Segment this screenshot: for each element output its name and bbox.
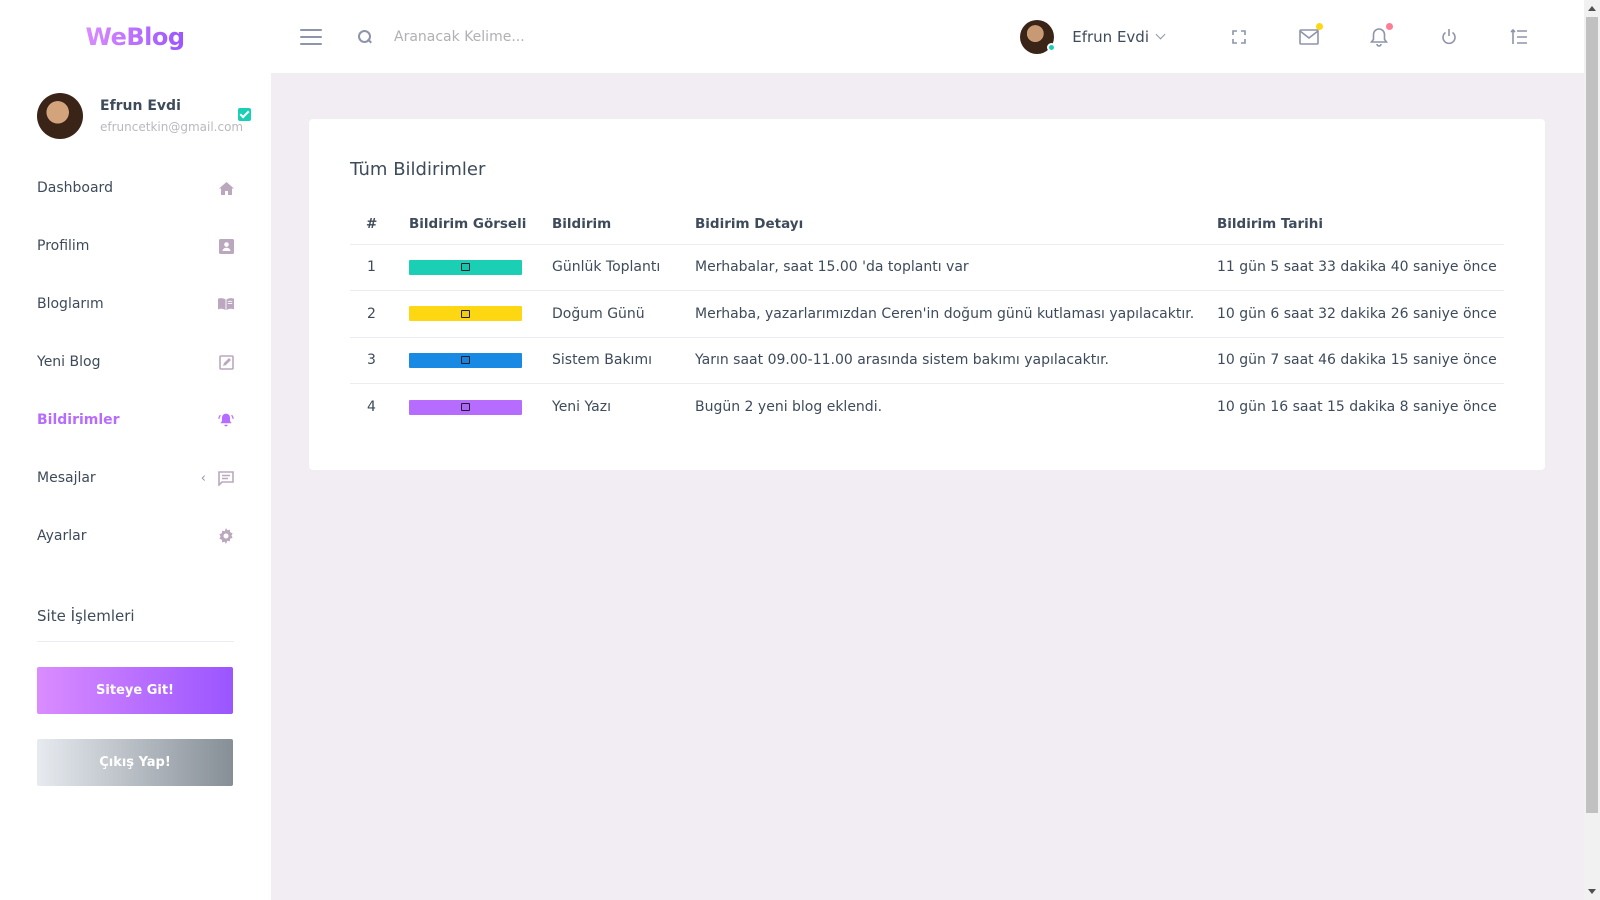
mail-icon: [1299, 28, 1319, 45]
online-status-dot: [1047, 42, 1057, 52]
message-icon: [218, 470, 234, 486]
contact-card-icon: [218, 238, 234, 254]
bell-icon: [1370, 27, 1388, 47]
column-header-image: Bildirim Görseli: [409, 204, 552, 245]
notification-color-bar: [409, 399, 522, 415]
scrollbar-thumb[interactable]: [1586, 17, 1598, 813]
sidebar-item-messages[interactable]: Mesajlar ‹: [0, 449, 271, 507]
site-actions-title: Site İşlemleri: [37, 607, 234, 642]
sidebar-item-blogs[interactable]: Bloglarım: [0, 275, 271, 333]
notification-color-bar: [409, 306, 522, 322]
table-row[interactable]: 2 Doğum Günü Merhaba, yazarlarımızdan Ce…: [350, 290, 1504, 338]
notification-detail: Merhaba, yazarlarımızdan Ceren'in doğum …: [695, 290, 1217, 338]
notification-name: Günlük Toplantı: [552, 244, 695, 291]
notification-name: Doğum Günü: [552, 290, 695, 338]
notification-badge-dot: [1386, 22, 1393, 30]
notifications-table: # Bildirim Görseli Bildirim Bidirim Deta…: [350, 204, 1504, 430]
search-icon[interactable]: [358, 29, 372, 44]
table-row[interactable]: 3 Sistem Bakımı Yarın saat 09.00-11.00 a…: [350, 337, 1504, 384]
logout-button[interactable]: Çıkış Yap!: [37, 739, 233, 786]
sidebar-menu: Dashboard Profilim Bloglarım Yeni Blog B…: [0, 159, 271, 565]
mail-badge-dot: [1316, 22, 1323, 30]
notification-name: Yeni Yazı: [552, 399, 611, 415]
sidebar-item-notifications[interactable]: Bildirimler: [0, 391, 271, 449]
profile-avatar: [37, 93, 83, 139]
top-navbar: WeBlog Efrun Evdi: [0, 0, 1584, 73]
user-dropdown[interactable]: Efrun Evdi: [1020, 19, 1166, 54]
messages-button[interactable]: [1274, 17, 1344, 57]
notification-detail: Merhabalar, saat 15.00 'da toplantı var: [695, 244, 1217, 291]
sidebar-item-label: Yeni Blog: [37, 354, 101, 370]
go-to-site-button[interactable]: Siteye Git!: [37, 667, 233, 714]
settings-panel-button[interactable]: [1484, 17, 1554, 57]
column-header-number: #: [350, 204, 409, 245]
notification-detail: Yarın saat 09.00-11.00 arasında sistem b…: [695, 337, 1217, 384]
profile-email: efruncetkin@gmail.com: [100, 120, 244, 134]
sidebar-item-label: Bildirimler: [37, 412, 120, 428]
verified-check-icon: [238, 108, 251, 121]
notifications-button[interactable]: [1344, 17, 1414, 57]
table-row[interactable]: 4 Yeni Yazı Bugün 2 yeni blog eklendi. 1…: [350, 384, 1504, 431]
row-number: 4: [367, 399, 376, 415]
column-header-detail: Bidirim Detayı: [695, 204, 1217, 245]
navbar-right: Efrun Evdi: [1020, 17, 1584, 57]
edit-icon: [218, 354, 234, 370]
sidebar-item-label: Dashboard: [37, 180, 113, 196]
bell-ring-icon: [218, 412, 234, 428]
sidebar-item-settings[interactable]: Ayarlar: [0, 507, 271, 565]
sidebar-item-label: Ayarlar: [37, 528, 87, 544]
format-list-icon: [1510, 28, 1527, 44]
sidebar-item-label: Mesajlar: [37, 470, 96, 486]
sidebar-item-profile[interactable]: Profilim: [0, 217, 271, 275]
sidebar-item-dashboard[interactable]: Dashboard: [0, 159, 271, 217]
sidebar: Efrun Evdi efruncetkin@gmail.com Dashboa…: [0, 73, 271, 900]
row-number: 1: [350, 244, 409, 291]
sidebar-item-new-blog[interactable]: Yeni Blog: [0, 333, 271, 391]
notification-detail: Bugün 2 yeni blog eklendi.: [695, 399, 883, 415]
book-icon: [218, 296, 234, 312]
profile-name: Efrun Evdi: [100, 98, 181, 114]
table-header-row: # Bildirim Görseli Bildirim Bidirim Deta…: [350, 204, 1504, 245]
brand-logo[interactable]: WeBlog: [0, 23, 270, 51]
home-icon: [218, 180, 234, 196]
search-input[interactable]: [394, 28, 694, 45]
fullscreen-icon: [1232, 29, 1246, 44]
notification-date: 10 gün 7 saat 46 dakika 15 saniye önce: [1217, 337, 1504, 384]
row-number: 2: [350, 290, 409, 338]
notification-color-bar: [409, 352, 522, 368]
power-button[interactable]: [1414, 17, 1484, 57]
fullscreen-button[interactable]: [1204, 17, 1274, 57]
column-header-date: Bildirim Tarihi: [1217, 204, 1504, 245]
sidebar-profile[interactable]: Efrun Evdi efruncetkin@gmail.com: [0, 73, 271, 139]
gear-icon: [218, 528, 234, 544]
calendar-icon: [461, 263, 470, 272]
notification-date: 11 gün 5 saat 33 dakika 40 saniye önce: [1217, 244, 1504, 291]
user-name: Efrun Evdi: [1072, 27, 1149, 46]
notification-color-bar: [409, 259, 522, 275]
new-post-icon: [461, 403, 470, 411]
sidebar-item-label: Profilim: [37, 238, 90, 254]
scroll-up-arrow-icon[interactable]: [1588, 6, 1596, 11]
column-header-notification: Bildirim: [552, 204, 695, 245]
page-title: Tüm Bildirimler: [350, 159, 486, 180]
cake-icon: [461, 309, 470, 318]
chevron-down-icon: [1155, 29, 1166, 40]
scroll-down-arrow-icon[interactable]: [1588, 889, 1596, 894]
power-icon: [1442, 29, 1456, 45]
row-number: 3: [350, 337, 409, 384]
chevron-left-icon: ‹: [200, 470, 206, 486]
settings-icon: [461, 356, 470, 365]
search-bar: [358, 28, 694, 45]
notification-date: 10 gün 6 saat 32 dakika 26 saniye önce: [1217, 290, 1504, 338]
menu-toggle-icon[interactable]: [300, 28, 322, 45]
notifications-card: Tüm Bildirimler # Bildirim Görseli Bildi…: [309, 119, 1545, 470]
sidebar-item-label: Bloglarım: [37, 296, 104, 312]
notification-date: 10 gün 16 saat 15 dakika 8 saniye önce: [1217, 399, 1497, 415]
table-row[interactable]: 1 Günlük Toplantı Merhabalar, saat 15.00…: [350, 244, 1504, 291]
page-scrollbar[interactable]: [1584, 0, 1600, 900]
avatar: [1020, 19, 1057, 54]
notification-name: Sistem Bakımı: [552, 337, 695, 384]
